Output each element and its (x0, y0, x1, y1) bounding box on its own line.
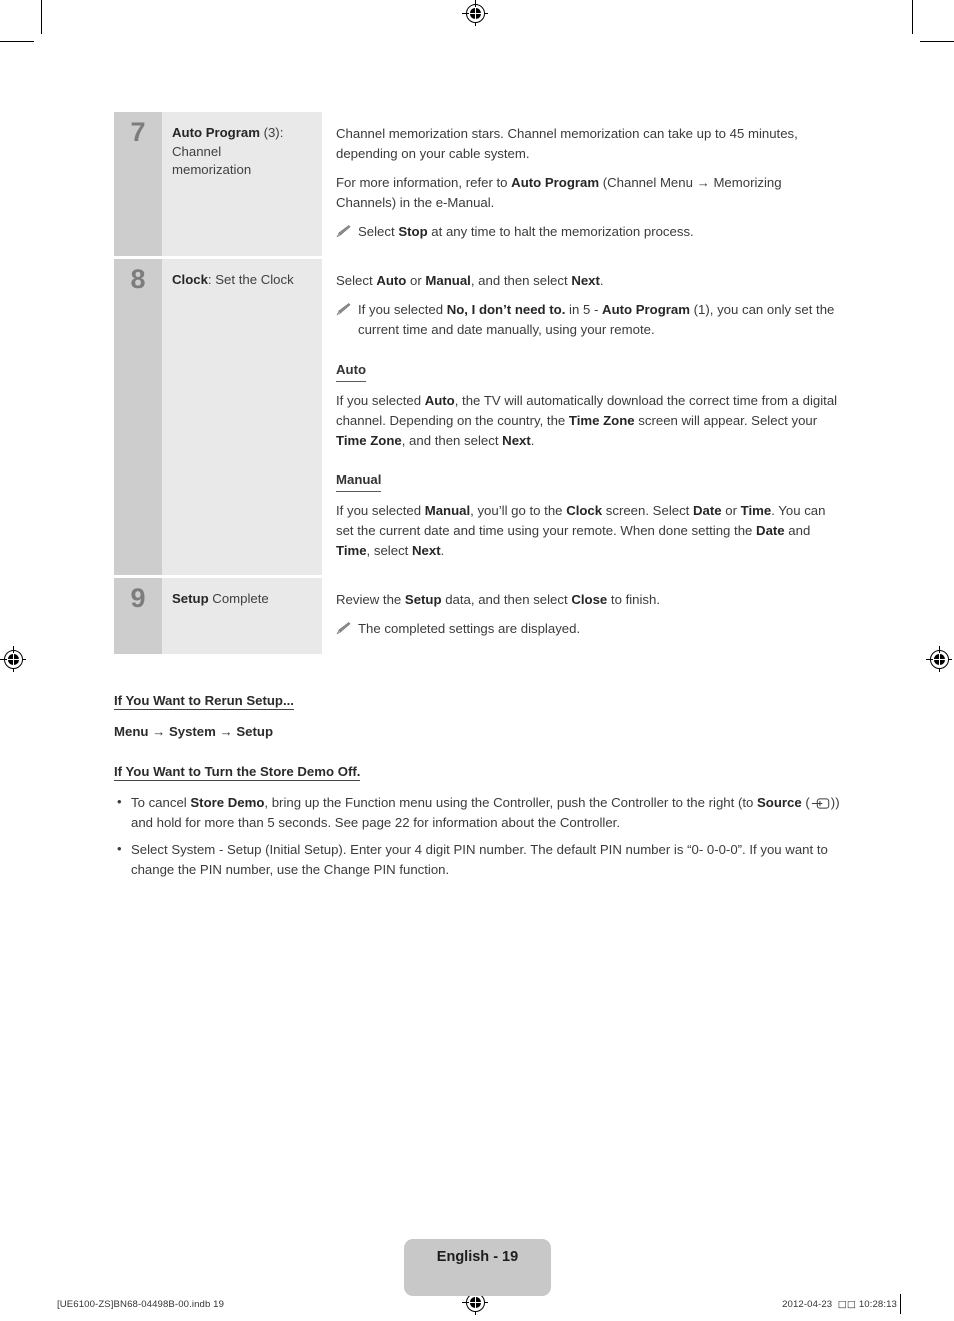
crop-mark-top-left (41, 0, 42, 34)
pencil-icon (336, 621, 351, 635)
step-note-text: The completed settings are displayed. (358, 621, 581, 637)
emphasis-time-zone: Time Zone (336, 432, 402, 448)
emphasis-next: Next (412, 542, 441, 558)
store-demo-heading: If You Want to Turn the Store Demo Off. (114, 764, 361, 781)
footer-locale-glyphs: □□ (837, 1299, 857, 1310)
registration-mark-right (926, 646, 952, 672)
emphasis-auto-program: Auto Program (511, 175, 600, 191)
emphasis-time-zone: Time Zone (568, 412, 635, 428)
crop-mark-top-right (912, 0, 913, 34)
subsection-body-auto: If you selected Auto, the TV will automa… (336, 392, 838, 448)
emphasis-manual: Manual (425, 273, 471, 289)
list-item: To cancel Store Demo, bring up the Funct… (114, 792, 840, 833)
pencil-icon (336, 224, 351, 238)
step-number-cell: 9 (114, 578, 162, 654)
table-row: 9 Setup Complete Review the Setup data, … (114, 578, 840, 654)
pencil-icon (336, 302, 351, 316)
step-label-rest: : Set the Clock (207, 272, 294, 288)
step-label-cell: Clock: Set the Clock (162, 259, 322, 575)
crop-mark-right-top (920, 41, 954, 42)
emphasis-auto-program: Auto Program (602, 302, 690, 318)
emphasis-source: Source (757, 795, 802, 810)
setup-steps-table: 7 Auto Program (3): Channel memorization C… (114, 112, 840, 654)
step-number-cell: 8 (114, 259, 162, 575)
emphasis-clock: Clock (566, 502, 603, 518)
lower-section: If You Want to Rerun Setup... Menu → Sys… (114, 692, 840, 880)
emphasis-next: Next (502, 432, 531, 448)
footer-divider (900, 1294, 901, 1314)
registration-mark-top (462, 0, 488, 26)
emphasis-time: Time (336, 542, 367, 558)
rerun-setup-heading: If You Want to Rerun Setup... (114, 693, 294, 710)
emphasis-manual: Manual (424, 502, 471, 518)
step-paragraph: Review the Setup data, and then select C… (336, 592, 661, 607)
page-number-badge: English - 19 (404, 1239, 551, 1296)
step-label-cell: Setup Complete (162, 578, 322, 654)
emphasis-store-demo: Store Demo (190, 795, 265, 810)
step-label-cell: Auto Program (3): Channel memorization (162, 112, 322, 257)
rerun-setup-path: Menu → System → Setup (114, 724, 274, 739)
step-paragraph: Select Auto or Manual, and then select N… (336, 273, 604, 289)
step-number: 9 (130, 583, 146, 613)
footer-timestamp: 2012-04-23 □□ 10:28:13 (782, 1299, 897, 1310)
emphasis-date: Date (756, 522, 785, 538)
emphasis-time: Time (740, 502, 772, 518)
footer-date: 2012-04-23 (782, 1299, 833, 1310)
page-number-label: English - 19 (436, 1249, 519, 1265)
step-body-cell: Review the Setup data, and then select C… (322, 578, 840, 654)
step-note: The completed settings are displayed. (336, 619, 840, 639)
step-number-cell: 7 (114, 112, 162, 257)
emphasis-setup: Setup (404, 592, 442, 607)
subsection-heading-auto: Auto (336, 360, 367, 382)
registration-mark-left (0, 646, 26, 672)
emphasis-next: Next (571, 273, 600, 289)
step-body-cell: Select Auto or Manual, and then select N… (322, 259, 840, 575)
table-row: 7 Auto Program (3): Channel memorization C… (114, 112, 840, 257)
page-content: 7 Auto Program (3): Channel memorization C… (114, 112, 840, 887)
subsection-body-manual: If you selected Manual, you’ll go to the… (336, 502, 826, 558)
emphasis-date: Date (693, 502, 722, 518)
step-body-cell: Channel memorization stars. Channel memo… (322, 112, 840, 257)
emphasis-auto: Auto (424, 392, 455, 408)
step-paragraph: For more information, refer to Auto Prog… (336, 175, 782, 211)
step-number: 7 (130, 117, 146, 147)
step-number: 8 (130, 264, 146, 295)
step-note: If you selected No, I don’t need to. in … (336, 300, 840, 340)
footer-file-reference: [UE6100-ZS]BN68-04498B-00.indb 19 (57, 1299, 225, 1310)
subsection-heading-manual: Manual (336, 470, 382, 492)
step-label-rest: Complete (208, 591, 269, 606)
step-paragraph: Channel memorization stars. Channel memo… (336, 126, 798, 162)
list-item: Select System - Setup (Initial Setup). E… (114, 839, 840, 880)
emphasis-stop: Stop (398, 224, 428, 240)
emphasis-no-i-dont-need-to: No, I don’t need to. (446, 302, 566, 318)
step-note: Select Stop at any time to halt the memo… (336, 222, 840, 242)
manual-page: 7 Auto Program (3): Channel memorization C… (0, 0, 954, 1321)
source-input-icon (811, 795, 830, 809)
crop-mark-left-top (0, 41, 34, 42)
table-row: 8 Clock: Set the Clock Select Auto or Ma… (114, 259, 840, 575)
step-label-bold: Setup (172, 591, 209, 606)
emphasis-auto: Auto (376, 273, 407, 289)
footer-time: 10:28:13 (858, 1299, 897, 1310)
step-label-bold: Auto Program (172, 125, 260, 140)
step-label-bold: Clock (172, 272, 208, 288)
emphasis-close: Close (571, 592, 608, 607)
store-demo-bullets: To cancel Store Demo, bring up the Funct… (114, 792, 840, 880)
